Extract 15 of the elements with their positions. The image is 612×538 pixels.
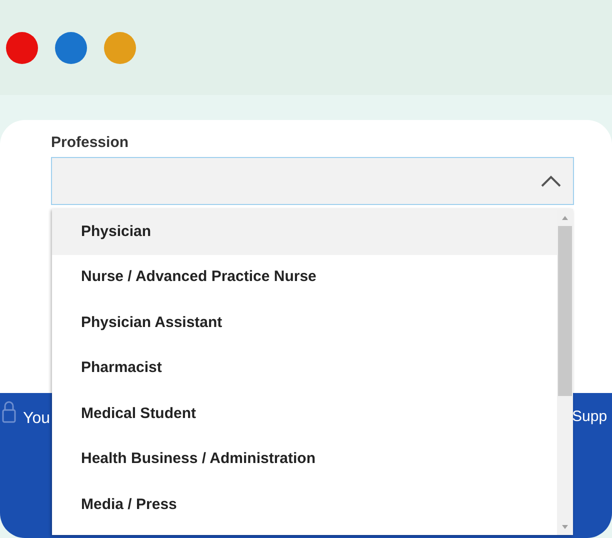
scrollbar[interactable] [557, 209, 573, 535]
field-label: Profession [51, 133, 129, 153]
option-item[interactable]: Physician [52, 209, 557, 254]
footer-text: You [23, 409, 50, 429]
scroll-down-icon[interactable] [561, 523, 569, 531]
scroll-thumb[interactable] [558, 226, 572, 396]
window-button[interactable] [55, 32, 87, 64]
profession-select[interactable] [51, 157, 574, 205]
window-button[interactable] [104, 32, 136, 64]
window-button[interactable] [6, 32, 38, 64]
caret-up-icon [541, 175, 561, 187]
option-item[interactable]: Nurse / Advanced Practice Nurse [52, 254, 557, 300]
scroll-up-icon[interactable] [561, 214, 569, 222]
lock-icon [2, 401, 16, 423]
support-link[interactable]: Supp [572, 408, 608, 426]
